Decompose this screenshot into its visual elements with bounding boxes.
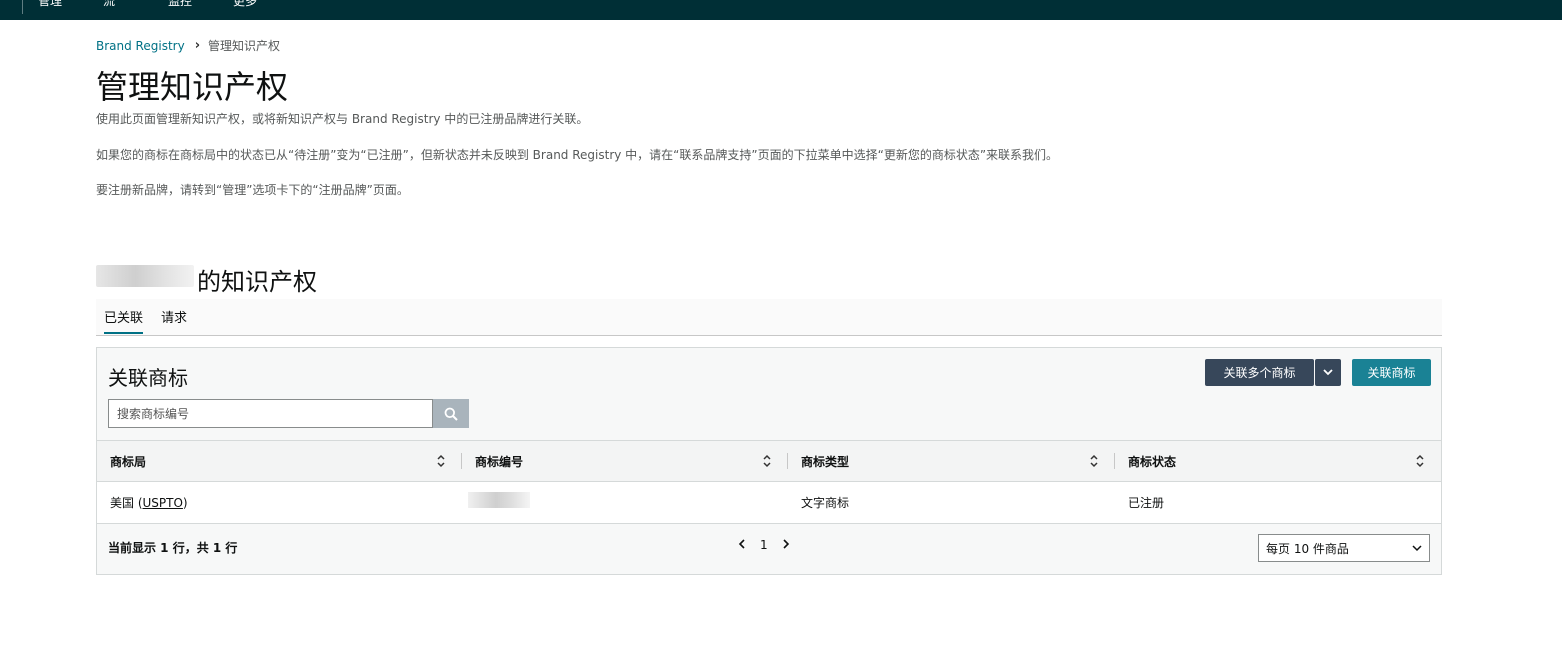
table-row: 美国 (USPTO) 文字商标 已注册: [97, 482, 1441, 524]
chevron-down-icon: [1412, 545, 1422, 552]
sort-icon[interactable]: [761, 451, 773, 471]
office-prefix: 美国 (: [110, 496, 143, 510]
pagination-info: 当前显示 1 行，共 1 行: [108, 541, 238, 555]
cell-office: 美国 (USPTO): [110, 482, 188, 523]
search-icon: [444, 407, 458, 421]
column-header-number: 商标编号: [475, 454, 524, 469]
linked-trademarks-card: 关联商标 关联多个商标 关联商标 商标局 商标编号 商标类型 商标状态 美国 (…: [96, 347, 1442, 575]
link-multiple-dropdown-button[interactable]: [1315, 359, 1341, 386]
tab-bar: 已关联 请求: [96, 299, 1442, 336]
column-divider: [1114, 453, 1115, 469]
pagination: 1: [738, 538, 790, 552]
trademark-number-search-input[interactable]: [108, 399, 433, 428]
nav-item-monitor[interactable]: 监控: [168, 0, 192, 9]
column-divider: [461, 453, 462, 469]
link-multiple-trademarks-button[interactable]: 关联多个商标: [1205, 359, 1314, 386]
sort-icon[interactable]: [435, 451, 447, 471]
intro-paragraph: 使用此页面管理新知识产权，或将新知识产权与 Brand Registry 中的已…: [96, 112, 589, 126]
tab-requests[interactable]: 请求: [161, 307, 187, 326]
column-divider: [787, 453, 788, 469]
breadcrumb-current: 管理知识产权: [208, 39, 281, 53]
top-navigation-bar: 管理 流 监控 更多: [0, 0, 1562, 20]
items-per-page-select[interactable]: 每页 10 件商品: [1258, 534, 1430, 562]
nav-divider: [22, 0, 23, 14]
column-header-type: 商标类型: [801, 454, 850, 469]
redacted-brand-name: [96, 265, 194, 287]
cell-status: 已注册: [1128, 496, 1165, 510]
items-per-page-value: 每页 10 件商品: [1266, 541, 1349, 556]
card-title: 关联商标: [108, 366, 188, 390]
breadcrumb-chevron-icon: ›: [194, 38, 201, 53]
breadcrumb-brand-registry-link[interactable]: Brand Registry: [96, 39, 185, 53]
search-button[interactable]: [433, 399, 469, 428]
status-update-paragraph: 如果您的商标在商标局中的状态已从“待注册”变为“已注册”，但新状态并未反映到 B…: [96, 148, 1059, 162]
next-page-icon[interactable]: [782, 538, 790, 552]
tab-linked[interactable]: 已关联: [104, 307, 144, 334]
column-header-office: 商标局: [110, 454, 147, 469]
link-trademark-button[interactable]: 关联商标: [1352, 359, 1431, 386]
sort-icon[interactable]: [1414, 451, 1426, 471]
breadcrumb: Brand Registry › 管理知识产权: [96, 37, 280, 54]
section-title: 的知识产权: [197, 268, 317, 296]
chevron-down-icon: [1323, 369, 1333, 376]
table-header: 商标局 商标编号 商标类型 商标状态: [97, 440, 1441, 482]
nav-item-manage[interactable]: 管理: [38, 0, 62, 9]
previous-page-icon[interactable]: [738, 538, 746, 552]
nav-item-flow[interactable]: 流: [103, 0, 115, 9]
page-title: 管理知识产权: [96, 68, 289, 106]
office-abbr-link[interactable]: USPTO: [143, 496, 183, 510]
cell-type: 文字商标: [801, 496, 850, 510]
office-suffix: ): [182, 495, 188, 510]
column-header-status: 商标状态: [1128, 454, 1177, 469]
sort-icon[interactable]: [1088, 451, 1100, 471]
redacted-trademark-number: [468, 492, 530, 508]
nav-item-more[interactable]: 更多: [233, 0, 257, 9]
current-page-number[interactable]: 1: [760, 538, 768, 552]
register-brand-paragraph: 要注册新品牌，请转到“管理”选项卡下的“注册品牌”页面。: [96, 183, 409, 197]
